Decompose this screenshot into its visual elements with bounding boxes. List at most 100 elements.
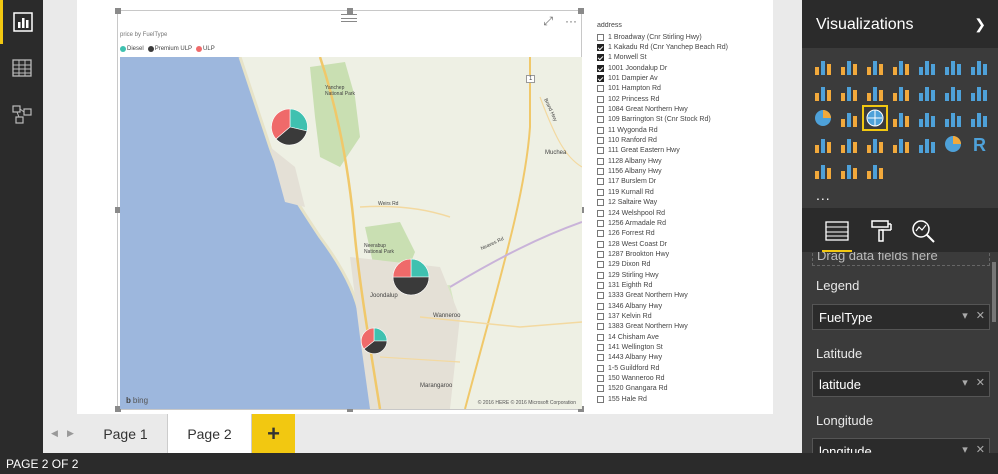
slicer-icon[interactable] bbox=[916, 133, 938, 155]
format-tab[interactable] bbox=[868, 218, 894, 244]
table-visual-icon[interactable] bbox=[890, 107, 912, 129]
globe-icon[interactable] bbox=[838, 159, 860, 181]
slicer-item[interactable]: 1520 Gnangara Rd bbox=[597, 384, 767, 394]
remove-field-icon[interactable]: ✕ bbox=[976, 443, 985, 453]
resize-handle-top-left[interactable] bbox=[115, 8, 121, 14]
checkbox[interactable] bbox=[597, 178, 604, 186]
legend-item-ulp[interactable]: ULP bbox=[196, 46, 215, 52]
multirow-card-icon[interactable] bbox=[838, 133, 860, 155]
legend-item-premium-ulp[interactable]: Premium ULP bbox=[147, 46, 192, 52]
legend-well[interactable]: FuelType ▾ ✕ bbox=[812, 304, 990, 330]
checkbox[interactable] bbox=[597, 219, 604, 227]
slicer-item[interactable]: 1333 Great Northern Hwy bbox=[597, 291, 767, 301]
gauge-icon[interactable] bbox=[812, 133, 834, 155]
checkbox[interactable] bbox=[597, 85, 604, 93]
checkbox[interactable] bbox=[597, 354, 604, 362]
next-page-icon[interactable]: ▶ bbox=[67, 428, 74, 439]
add-page-button[interactable]: + bbox=[252, 414, 295, 453]
remove-field-icon[interactable]: ✕ bbox=[976, 309, 985, 322]
slicer-item[interactable]: 155 Hale Rd bbox=[597, 394, 767, 404]
slicer-item[interactable]: 1128 Albany Hwy bbox=[597, 156, 767, 166]
checkbox[interactable] bbox=[597, 54, 604, 62]
slicer-item[interactable]: 111 Great Eastern Hwy bbox=[597, 146, 767, 156]
slicer-item[interactable]: 1 Broadway (Cnr Stirling Hwy) bbox=[597, 32, 767, 42]
slicer-item[interactable]: 109 Barrington St (Cnr Stock Rd) bbox=[597, 115, 767, 125]
tab-page-2[interactable]: Page 2 bbox=[168, 414, 252, 453]
checkbox[interactable] bbox=[597, 281, 604, 289]
slicer-item[interactable]: 1443 Albany Hwy bbox=[597, 353, 767, 363]
area-chart-icon[interactable] bbox=[812, 81, 834, 103]
treemap-icon[interactable] bbox=[838, 107, 860, 129]
fields-tab[interactable] bbox=[822, 218, 852, 252]
checkbox[interactable] bbox=[597, 199, 604, 207]
checkbox[interactable] bbox=[597, 364, 604, 372]
dropdown-icon[interactable]: ▾ bbox=[962, 376, 968, 389]
card-icon[interactable] bbox=[864, 133, 886, 155]
checkbox[interactable] bbox=[597, 385, 604, 393]
slicer-item[interactable]: 124 Welshpool Rd bbox=[597, 208, 767, 218]
slicer-item[interactable]: 110 Ranford Rd bbox=[597, 135, 767, 145]
checkbox[interactable] bbox=[597, 375, 604, 383]
legend-item-diesel[interactable]: Diesel bbox=[120, 46, 144, 52]
drop-hint[interactable]: Drag data fields here bbox=[812, 252, 990, 266]
longitude-well[interactable]: longitude ▾ ✕ bbox=[812, 438, 990, 453]
slicer-item[interactable]: 102 Princess Rd bbox=[597, 94, 767, 104]
latitude-well[interactable]: latitude ▾ ✕ bbox=[812, 371, 990, 397]
line-chart-icon[interactable] bbox=[968, 55, 990, 77]
slicer-item[interactable]: 101 Hampton Rd bbox=[597, 84, 767, 94]
line-column-icon[interactable] bbox=[864, 81, 886, 103]
funnel-icon[interactable] bbox=[968, 107, 990, 129]
collapse-pane-icon[interactable]: ❯ bbox=[974, 16, 986, 33]
kpi-icon[interactable] bbox=[890, 133, 912, 155]
slicer-item[interactable]: 1383 Great Northern Hwy bbox=[597, 322, 767, 332]
stacked-bar-icon[interactable] bbox=[812, 55, 834, 77]
slicer-item[interactable]: 101 Dampier Av bbox=[597, 73, 767, 83]
slicer-item[interactable]: 1256 Armadale Rd bbox=[597, 218, 767, 228]
checkbox[interactable] bbox=[597, 333, 604, 341]
clustered-column-icon[interactable] bbox=[890, 55, 912, 77]
checkbox[interactable] bbox=[597, 168, 604, 176]
checkbox[interactable] bbox=[597, 323, 604, 331]
analytics-tab[interactable] bbox=[910, 218, 936, 244]
slicer-item[interactable]: 128 West Coast Dr bbox=[597, 239, 767, 249]
slicer-item[interactable]: 129 Stirling Hwy bbox=[597, 270, 767, 280]
checkbox[interactable] bbox=[597, 250, 604, 258]
relationships-view-button[interactable] bbox=[0, 92, 43, 136]
prev-page-icon[interactable]: ◀ bbox=[51, 428, 58, 439]
slicer-item[interactable]: 129 Dixon Rd bbox=[597, 260, 767, 270]
remove-field-icon[interactable]: ✕ bbox=[976, 376, 985, 389]
checkbox[interactable] bbox=[597, 106, 604, 114]
checkbox[interactable] bbox=[597, 116, 604, 124]
slicer-item[interactable]: 150 Wanneroo Rd bbox=[597, 373, 767, 383]
slicer-item[interactable]: 131 Eighth Rd bbox=[597, 280, 767, 290]
matrix-icon[interactable] bbox=[916, 107, 938, 129]
checkbox[interactable] bbox=[597, 292, 604, 300]
waterfall-icon[interactable] bbox=[942, 81, 964, 103]
checkbox[interactable] bbox=[597, 240, 604, 248]
pie-marker-wanneroo[interactable] bbox=[360, 327, 388, 355]
slicer-item[interactable]: 126 Forrest Rd bbox=[597, 229, 767, 239]
checkbox[interactable] bbox=[597, 64, 604, 72]
slicer-item[interactable]: 119 Kurnall Rd bbox=[597, 187, 767, 197]
scatter-icon[interactable] bbox=[968, 81, 990, 103]
checkbox[interactable] bbox=[597, 95, 604, 103]
checkbox[interactable] bbox=[597, 302, 604, 310]
checkbox[interactable] bbox=[597, 75, 604, 83]
checkbox[interactable] bbox=[597, 137, 604, 145]
slicer-item[interactable]: 117 Burslem Dr bbox=[597, 177, 767, 187]
pane-scrollbar[interactable] bbox=[992, 262, 996, 322]
checkbox[interactable] bbox=[597, 343, 604, 351]
drag-grip-icon[interactable] bbox=[341, 14, 357, 22]
report-view-button[interactable] bbox=[0, 0, 43, 44]
focus-mode-icon[interactable]: ⤢ bbox=[543, 14, 553, 29]
pie-marker-yanchep[interactable] bbox=[271, 108, 309, 146]
100-bar-icon[interactable] bbox=[916, 55, 938, 77]
checkbox[interactable] bbox=[597, 44, 604, 52]
slicer-item[interactable]: 1287 Brookton Hwy bbox=[597, 249, 767, 259]
r-visual-icon[interactable]: R bbox=[968, 133, 990, 155]
checkbox[interactable] bbox=[597, 271, 604, 279]
stacked-area-icon[interactable] bbox=[838, 81, 860, 103]
slicer-item[interactable]: 1084 Great Northern Hwy bbox=[597, 104, 767, 114]
map-area[interactable]: Yanchep National Park Muchea Neerabup Na… bbox=[120, 57, 582, 409]
slicer-item[interactable]: 137 Kelvin Rd bbox=[597, 311, 767, 321]
